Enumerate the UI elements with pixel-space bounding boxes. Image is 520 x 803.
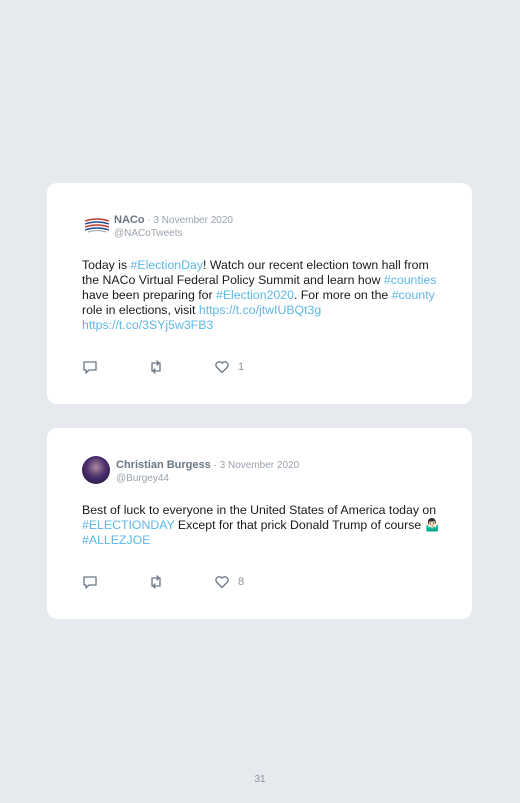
retweet-icon: [151, 360, 161, 374]
hashtag-link[interactable]: #county: [392, 288, 435, 302]
naco-logo-icon: [84, 218, 110, 233]
retweet-button[interactable]: [148, 575, 164, 589]
hashtag-link[interactable]: #ALLEZJOE: [82, 533, 150, 547]
hashtag-link[interactable]: #ElectionDay: [131, 258, 203, 272]
tweet-actions: 1: [82, 360, 294, 374]
reply-button[interactable]: [82, 360, 98, 374]
like-count: 1: [238, 361, 245, 373]
text-segment: Best of luck to everyone in the United S…: [82, 503, 437, 517]
hashtag-link[interactable]: #Election2020: [216, 288, 294, 302]
tweet-meta: NACo · 3 November 2020 @NACoTweets: [114, 211, 233, 240]
tweet-meta: Christian Burgess · 3 November 2020 @Bur…: [116, 456, 299, 485]
heart-icon: [215, 361, 229, 374]
author-handle[interactable]: @NACoTweets: [114, 227, 233, 240]
tweet-header: Christian Burgess · 3 November 2020 @Bur…: [82, 456, 299, 485]
author-name[interactable]: Christian Burgess: [116, 459, 211, 471]
tweet-date[interactable]: 3 November 2020: [220, 460, 300, 471]
like-count: 8: [238, 576, 245, 588]
text-segment: have been preparing for: [82, 288, 216, 302]
retweet-button[interactable]: [148, 360, 164, 374]
tweet-text: Best of luck to everyone in the United S…: [82, 503, 447, 548]
text-segment: . For more on the: [293, 288, 392, 302]
text-segment: Except for that prick Donald Trump of co…: [174, 518, 440, 532]
like-button[interactable]: 8: [214, 575, 244, 589]
heart-icon: [215, 576, 229, 589]
separator: ·: [210, 460, 220, 471]
hashtag-link[interactable]: #counties: [384, 273, 437, 287]
page-number: 31: [254, 774, 266, 785]
tweet-card-naco: NACo · 3 November 2020 @NACoTweets Today…: [47, 183, 472, 404]
tweet-date[interactable]: 3 November 2020: [153, 215, 233, 226]
reply-icon: [83, 361, 97, 374]
reply-button[interactable]: [82, 575, 98, 589]
author-name[interactable]: NACo: [114, 214, 145, 226]
tweet-actions: 8: [82, 575, 294, 589]
hashtag-link[interactable]: #ELECTIONDAY: [82, 518, 175, 532]
tweet-header: NACo · 3 November 2020 @NACoTweets: [82, 211, 233, 240]
avatar[interactable]: [82, 456, 110, 484]
reply-icon: [83, 576, 97, 589]
retweet-icon: [151, 575, 161, 589]
like-button[interactable]: 1: [214, 360, 244, 374]
text-segment: role in elections, visit: [82, 303, 199, 317]
url-link[interactable]: https://t.co/jtwIUBQt3g: [199, 303, 321, 317]
tweet-text: Today is #ElectionDay! Watch our recent …: [82, 258, 447, 333]
tweet-card-burgess: Christian Burgess · 3 November 2020 @Bur…: [47, 428, 472, 619]
url-link[interactable]: https://t.co/3SYj5w3FB3: [82, 318, 213, 332]
text-segment: Today is: [82, 258, 131, 272]
author-handle[interactable]: @Burgey44: [116, 472, 299, 485]
avatar[interactable]: [82, 211, 110, 239]
